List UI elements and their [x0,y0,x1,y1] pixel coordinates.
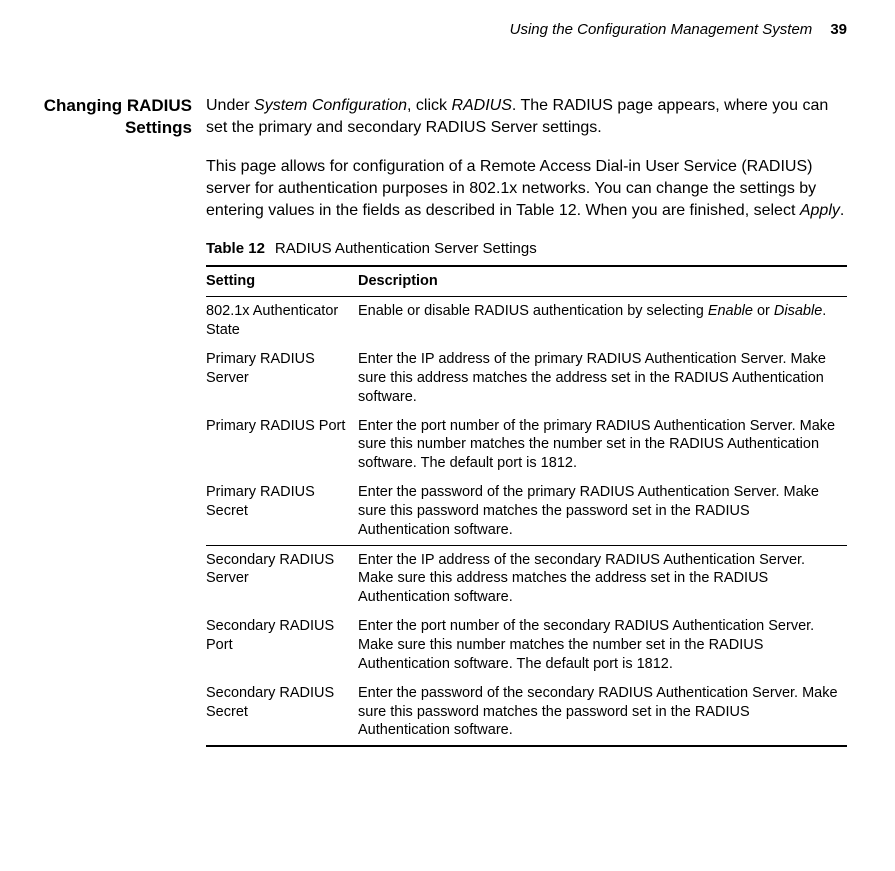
para1-prefix: Under [206,97,254,114]
cell-description: Enter the password of the secondary RADI… [358,679,847,747]
cell-setting: Primary RADIUS Port [206,412,358,479]
table-row: 802.1x Authenticator State Enable or dis… [206,297,847,345]
cell-setting: Secondary RADIUS Server [206,545,358,612]
table-label-bold: Table 12 [206,240,265,257]
intro-paragraph-1: Under System Configuration, click RADIUS… [206,95,847,138]
table-row: Secondary RADIUS Secret Enter the passwo… [206,679,847,747]
para2-prefix: This page allows for configuration of a … [206,158,816,218]
th-setting: Setting [206,266,358,296]
cell-description: Enter the IP address of the primary RADI… [358,345,847,412]
page-header: Using the Configuration Management Syste… [36,20,847,40]
th-description: Description [358,266,847,296]
cell-description: Enter the password of the primary RADIUS… [358,478,847,545]
table-row: Primary RADIUS Secret Enter the password… [206,478,847,545]
para2-emphasis: Apply [800,202,840,219]
table-row: Secondary RADIUS Server Enter the IP add… [206,545,847,612]
section-heading: Changing RADIUS Settings [36,95,192,138]
desc-mid: or [753,303,774,319]
cell-setting: Primary RADIUS Secret [206,478,358,545]
desc-em1: Enable [708,303,753,319]
table-row: Primary RADIUS Port Enter the port numbe… [206,412,847,479]
cell-setting: 802.1x Authenticator State [206,297,358,345]
desc-pre: Enable or disable RADIUS authentication … [358,303,708,319]
table-label-text: RADIUS Authentication Server Settings [275,240,537,257]
page-number: 39 [830,20,847,40]
para2-suffix: . [840,202,844,219]
cell-description: Enable or disable RADIUS authentication … [358,297,847,345]
content: Changing RADIUS Settings Under System Co… [36,95,847,747]
para1-emphasis-1: System Configuration [254,97,407,114]
intro-paragraph-2: This page allows for configuration of a … [206,156,847,221]
para1-emphasis-2: RADIUS [451,97,511,114]
para1-mid: , click [407,97,451,114]
cell-description: Enter the IP address of the secondary RA… [358,545,847,612]
radius-settings-table: Setting Description 802.1x Authenticator… [206,265,847,747]
desc-em2: Disable [774,303,822,319]
body-col: Under System Configuration, click RADIUS… [206,95,847,747]
table-row: Primary RADIUS Server Enter the IP addre… [206,345,847,412]
cell-setting: Secondary RADIUS Port [206,612,358,679]
desc-post: . [822,303,826,319]
table-row: Secondary RADIUS Port Enter the port num… [206,612,847,679]
cell-setting: Secondary RADIUS Secret [206,679,358,747]
table-caption: Table 12 RADIUS Authentication Server Set… [206,239,847,259]
cell-description: Enter the port number of the primary RAD… [358,412,847,479]
cell-setting: Primary RADIUS Server [206,345,358,412]
section-heading-col: Changing RADIUS Settings [36,95,206,138]
table-header-row: Setting Description [206,266,847,296]
cell-description: Enter the port number of the secondary R… [358,612,847,679]
header-title: Using the Configuration Management Syste… [510,20,813,40]
